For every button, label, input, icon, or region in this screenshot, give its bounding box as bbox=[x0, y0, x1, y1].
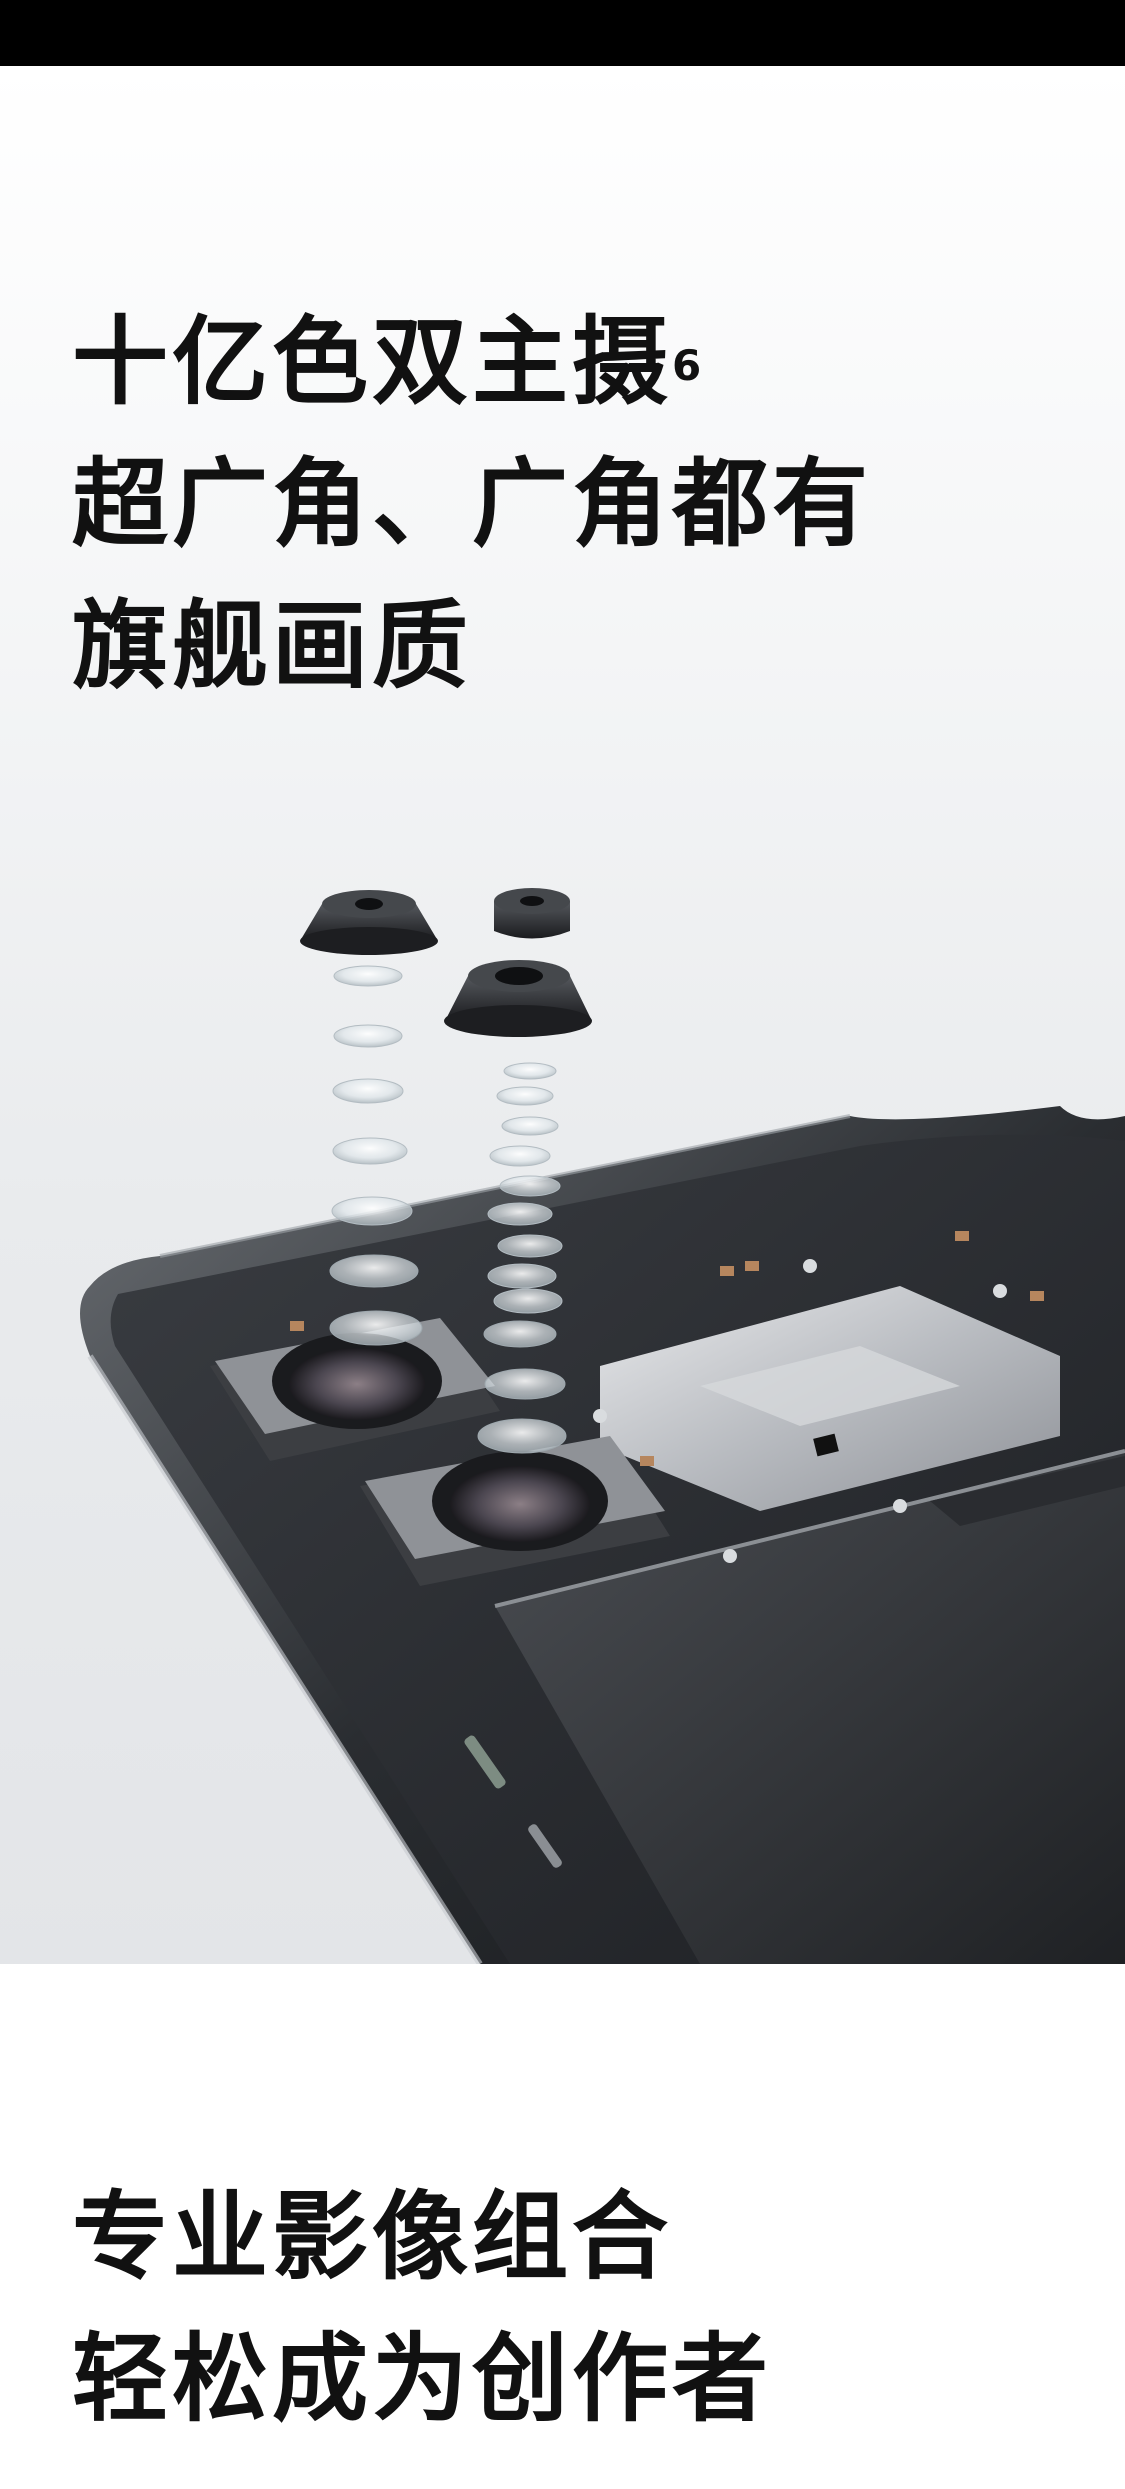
footer-headline: 专业影像组合 轻松成为创作者 bbox=[72, 2166, 772, 2450]
footer-headline-line1: 专业影像组合 bbox=[72, 2181, 672, 2293]
hero-section: 十亿色双主摄6 超广角、广角都有 旗舰画质 bbox=[0, 66, 1125, 1964]
hero-headline-line2: 超广角、广角都有 bbox=[72, 448, 872, 560]
hero-headline: 十亿色双主摄6 超广角、广角都有 旗舰画质 bbox=[72, 291, 872, 717]
top-black-bar bbox=[0, 0, 1125, 66]
footnote-marker: 6 bbox=[672, 341, 702, 390]
hero-headline-line1-text: 十亿色双主摄 bbox=[72, 306, 672, 418]
hero-headline-line3: 旗舰画质 bbox=[72, 590, 472, 702]
footer-headline-line2: 轻松成为创作者 bbox=[72, 2323, 772, 2435]
hero-headline-line1: 十亿色双主摄6 bbox=[72, 291, 872, 433]
